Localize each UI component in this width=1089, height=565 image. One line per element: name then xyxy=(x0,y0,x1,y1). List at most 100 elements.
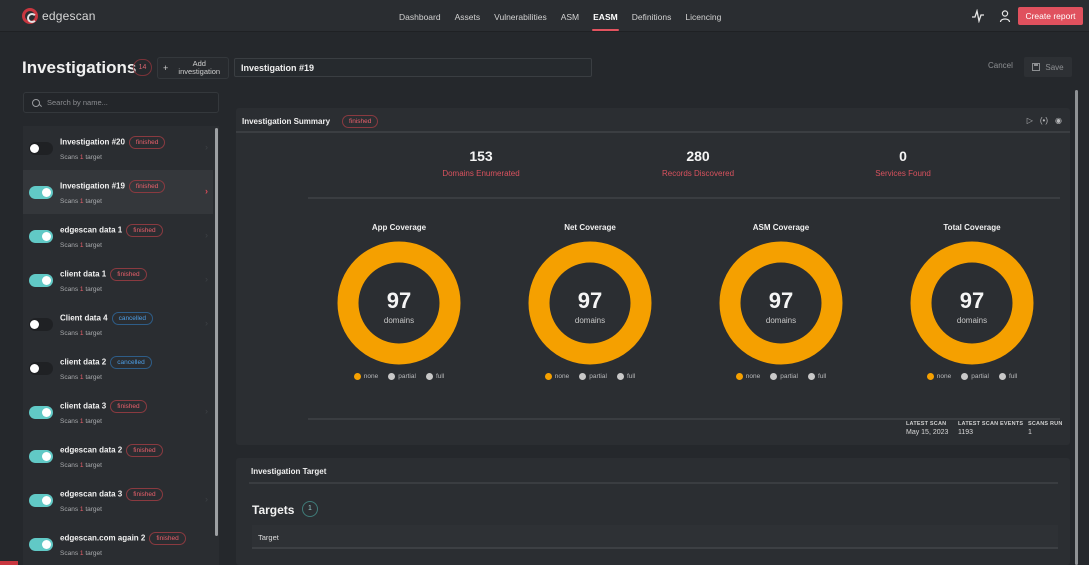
investigation-summary-card: Investigation Summary finished ▷ (•) ◉ 1… xyxy=(236,108,1070,445)
total-coverage-chart: Total Coverage 97 domains none partial full xyxy=(902,223,1042,380)
chart-legend: none partial full xyxy=(902,373,1042,380)
page-title: Investigations xyxy=(22,58,137,77)
list-item[interactable]: client data 3 finished Scans 1 target › xyxy=(23,390,213,434)
status-badge: finished xyxy=(126,488,163,501)
item-sub-prefix: Scans xyxy=(60,198,79,205)
item-name: client data 2 xyxy=(60,357,107,367)
nav-asm[interactable]: ASM xyxy=(554,0,586,32)
list-item[interactable]: client data 1 finished Scans 1 target › xyxy=(23,258,213,302)
nav-easm[interactable]: EASM xyxy=(586,0,625,32)
item-sub-suffix: target xyxy=(85,198,102,205)
list-item[interactable]: client data 2 cancelled Scans 1 target xyxy=(23,346,213,390)
item-sub-prefix: Scans xyxy=(60,286,79,293)
legend-item-full[interactable]: full xyxy=(425,373,444,380)
chevron-right-icon: › xyxy=(205,274,208,284)
status-badge: finished xyxy=(128,136,166,149)
legend-item-full[interactable]: full xyxy=(616,373,635,380)
nav-definitions[interactable]: Definitions xyxy=(625,0,679,32)
donut-center-value: 97 xyxy=(960,288,984,313)
activity-icon[interactable] xyxy=(971,8,985,24)
chart-legend: none partial full xyxy=(711,373,851,380)
item-sub-prefix: Scans xyxy=(60,550,79,557)
legend-item-none[interactable]: none xyxy=(926,373,952,380)
enable-toggle[interactable] xyxy=(29,450,53,463)
latest-scan: LATEST SCAN May 15, 2023 xyxy=(906,421,948,436)
legend-item-none[interactable]: none xyxy=(353,373,378,380)
legend-label: none xyxy=(745,373,761,380)
nav-vulnerabilities[interactable]: Vulnerabilities xyxy=(487,0,554,32)
list-item[interactable]: edgescan.com again 2 finished Scans 1 tar… xyxy=(23,522,213,565)
item-sub-count: 1 xyxy=(79,418,84,425)
enable-toggle[interactable] xyxy=(29,318,53,331)
stat-value: 0 xyxy=(899,148,907,164)
item-name: client data 3 xyxy=(60,401,107,411)
list-item[interactable]: edgescan data 2 finished Scans 1 target xyxy=(23,434,213,478)
play-icon[interactable]: ▷ xyxy=(1027,116,1033,125)
search-input[interactable] xyxy=(47,98,197,107)
donut-svg: 97 domains xyxy=(528,241,652,365)
investigation-name-input[interactable] xyxy=(234,58,592,77)
asm-coverage-chart: ASM Coverage 97 domains none partial full xyxy=(711,223,851,380)
legend-item-full[interactable]: full xyxy=(998,373,1017,380)
table-header-target[interactable]: Target xyxy=(252,525,1058,549)
save-button[interactable]: Save xyxy=(1024,57,1072,77)
item-sub-suffix: target xyxy=(85,242,102,249)
enable-toggle[interactable] xyxy=(29,406,53,419)
donut-center-value: 97 xyxy=(769,288,793,313)
list-item[interactable]: Investigation #20 finished Scans 1 target… xyxy=(23,126,213,170)
nav-assets[interactable]: Assets xyxy=(448,0,488,32)
legend-item-partial[interactable]: partial xyxy=(961,373,989,380)
stat-services: 0 Services Found xyxy=(823,148,983,178)
meta-value: 1 xyxy=(1028,429,1032,436)
legend-label: none xyxy=(936,373,952,380)
legend-item-full[interactable]: full xyxy=(807,373,826,380)
chevron-right-icon: › xyxy=(205,406,208,416)
enable-toggle[interactable] xyxy=(29,538,53,551)
eye-icon[interactable]: ◉ xyxy=(1055,116,1062,125)
scans-run: SCANS RUN 1 xyxy=(1028,421,1063,436)
list-item[interactable]: Investigation #19 finished Scans 1 target… xyxy=(23,170,213,214)
enable-toggle[interactable] xyxy=(29,142,53,155)
main-nav: Dashboard Assets Vulnerabilities ASM EAS… xyxy=(392,0,728,32)
item-sub-count: 1 xyxy=(79,286,84,293)
targets-title: Targets xyxy=(252,503,295,517)
cancel-button[interactable]: Cancel xyxy=(988,61,1013,70)
enable-toggle[interactable] xyxy=(29,274,53,287)
main-scrollbar[interactable] xyxy=(1075,90,1078,565)
add-investigation-button[interactable]: + Add investigation xyxy=(157,57,229,79)
legend-label: partial xyxy=(971,373,989,380)
legend-item-none[interactable]: none xyxy=(735,373,761,380)
item-sub-suffix: target xyxy=(85,462,102,469)
donut-center-label: domains xyxy=(766,316,796,325)
divider xyxy=(308,418,1060,420)
search-icon xyxy=(32,98,40,107)
list-item[interactable]: edgescan data 3 finished Scans 1 target › xyxy=(23,478,213,522)
create-report-button[interactable]: Create report xyxy=(1018,7,1083,25)
meta-label: SCANS RUN xyxy=(1028,421,1063,427)
list-item[interactable]: Client data 4 cancelled Scans 1 target › xyxy=(23,302,213,346)
enable-toggle[interactable] xyxy=(29,362,53,375)
donut-svg: 97 domains xyxy=(719,241,843,365)
legend-item-none[interactable]: none xyxy=(544,373,569,380)
list-scrollbar[interactable] xyxy=(215,128,218,536)
legend-item-partial[interactable]: partial xyxy=(388,373,416,380)
enable-toggle[interactable] xyxy=(29,230,53,243)
logo[interactable]: edgescan xyxy=(22,8,96,24)
item-sub-prefix: Scans xyxy=(60,462,79,469)
nav-dashboard[interactable]: Dashboard xyxy=(392,0,448,32)
enable-toggle[interactable] xyxy=(29,186,53,199)
nav-licencing[interactable]: Licencing xyxy=(678,0,728,32)
save-label: Save xyxy=(1045,62,1064,72)
meta-label: LATEST SCAN EVENTS xyxy=(958,421,1024,427)
item-sub-prefix: Scans xyxy=(60,506,79,513)
legend-label: partial xyxy=(589,373,607,380)
legend-item-partial[interactable]: partial xyxy=(770,373,798,380)
investigation-count-badge: 14 xyxy=(133,59,152,76)
enable-toggle[interactable] xyxy=(29,494,53,507)
legend-dot xyxy=(353,373,361,380)
list-item[interactable]: edgescan data 1 finished Scans 1 target › xyxy=(23,214,213,258)
user-icon[interactable] xyxy=(998,9,1012,23)
legend-item-partial[interactable]: partial xyxy=(579,373,607,380)
broadcast-icon[interactable]: (•) xyxy=(1040,116,1048,125)
legend-dot xyxy=(926,373,934,380)
